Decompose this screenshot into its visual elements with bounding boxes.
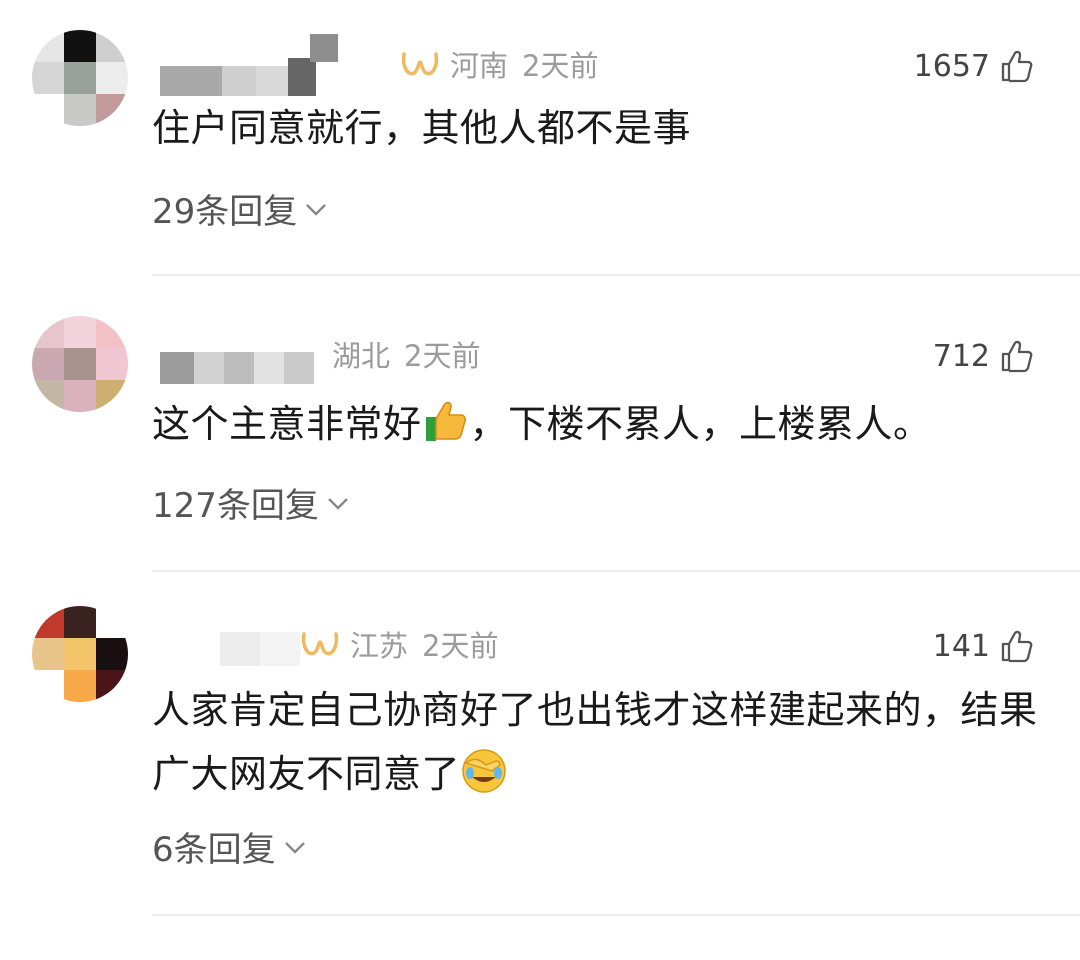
chevron-down-icon [328,497,348,510]
comment-text: 住户同意就行，其他人都不是事 [152,96,1042,160]
divider [152,570,1080,572]
replies-count: 127条回复 [152,486,319,526]
chevron-down-icon [284,841,305,854]
gold-infinity-badge-icon [301,632,339,656]
avatar[interactable] [32,30,128,126]
comment-text-main: 这个主意非常好 [152,402,422,446]
thumb-up-outline-icon [1001,340,1033,373]
replies-toggle[interactable]: 6条回复 [152,822,308,871]
divider [152,914,1080,916]
thumb-up-outline-icon [1001,50,1033,83]
comment-text: 人家肯定自己协商好了也出钱才这样建起来的，结果广大网友不同意了 [152,678,1042,806]
comment-time: 2天前 [522,49,599,83]
like-count: 712 [932,338,990,374]
like-button[interactable]: 1657 [914,44,1034,88]
comment-region: 江苏 [350,629,409,663]
replies-count: 6条回复 [152,830,276,870]
like-count: 141 [932,628,990,664]
thumb-up-outline-icon [1001,630,1033,663]
chevron-down-icon [306,203,327,216]
comment-region: 河南 [450,49,509,83]
comment-text-main: 住户同意就行，其他人都不是事 [152,106,692,150]
comment-time: 2天前 [422,629,499,663]
comment-text-tail: ，下楼不累人，上楼累人。 [469,402,932,446]
comment-meta: 河南 2天前 [400,42,598,86]
replies-count: 29条回复 [152,192,298,232]
comment-time: 2天前 [404,339,481,373]
comment-text: 这个主意非常好 ，下楼不累人，上楼累人。 [152,392,1042,456]
gold-infinity-badge-icon [401,52,439,76]
replies-toggle[interactable]: 127条回复 [152,478,351,527]
like-button[interactable]: 712 [933,334,1034,378]
divider [152,274,1080,276]
avatar[interactable] [32,316,128,412]
avatar[interactable] [32,606,128,702]
comment-region: 湖北 [332,339,391,373]
thumbs-up-emoji [425,401,466,441]
comment-meta: 湖北 2天前 [332,332,480,376]
replies-toggle[interactable]: 29条回复 [152,184,329,233]
comment-text-main: 人家肯定自己协商好了也出钱才这样建起来的，结果广大网友不同意了 [152,688,1038,796]
facepalm-laugh-emoji [462,749,506,793]
like-button[interactable]: 141 [933,624,1034,668]
comment-meta: 江苏 2天前 [300,622,498,666]
like-count: 1657 [913,48,990,84]
